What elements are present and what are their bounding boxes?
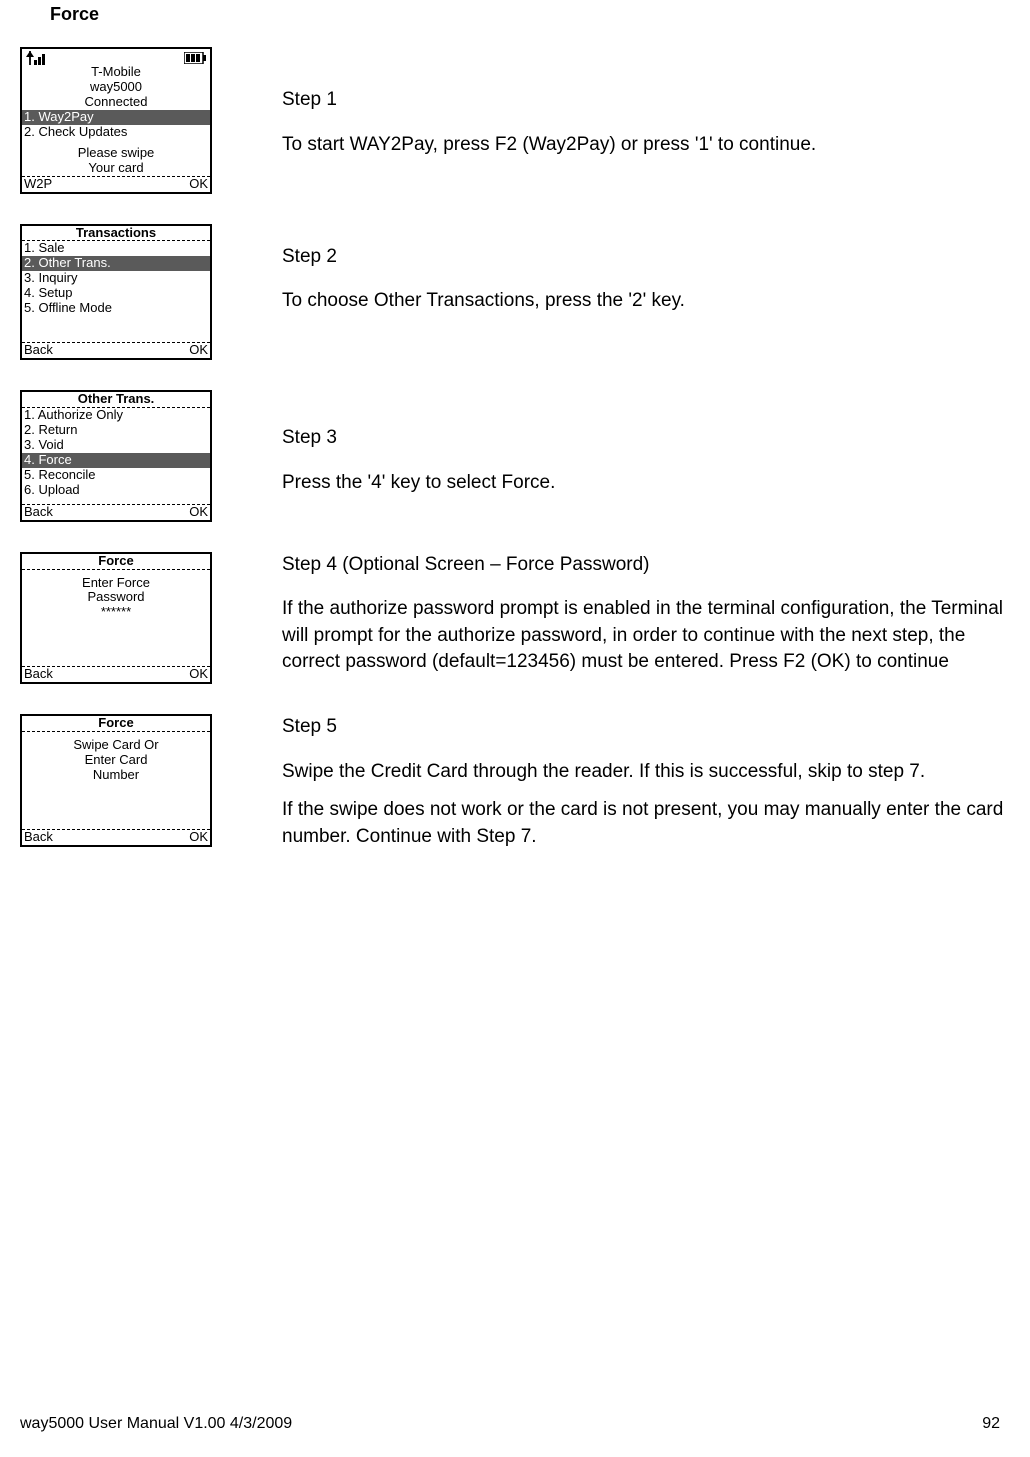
screen-4: Force Enter Force Password ****** Back O…: [20, 552, 212, 685]
menu-offline[interactable]: 5. Offline Mode: [22, 301, 210, 316]
menu-return[interactable]: 2. Return: [22, 423, 210, 438]
screen-5: Force Swipe Card Or Enter Card Number Ba…: [20, 714, 212, 847]
step-2-row: Transactions 1. Sale 2. Other Trans. 3. …: [20, 224, 1030, 361]
page-title: Force: [0, 0, 1030, 37]
force-pw-mask: ******: [22, 605, 210, 620]
step-3-body: Press the '4' key to select Force.: [282, 470, 555, 497]
step-1-text: Step 1 To start WAY2Pay, press F2 (Way2P…: [282, 47, 816, 158]
menu-auth-only[interactable]: 1. Authorize Only: [22, 408, 210, 423]
menu-other-trans[interactable]: 2. Other Trans.: [22, 256, 210, 271]
force-pw-line2: Password: [22, 590, 210, 605]
screen-3: Other Trans. 1. Authorize Only 2. Return…: [20, 390, 212, 522]
softkey-right[interactable]: OK: [189, 177, 208, 192]
menu-item-check-updates[interactable]: 2. Check Updates: [22, 125, 210, 140]
swipe-line3: Number: [22, 768, 210, 783]
menu-item-way2pay[interactable]: 1. Way2Pay: [22, 110, 210, 125]
menu-void[interactable]: 3. Void: [22, 438, 210, 453]
menu-reconcile[interactable]: 5. Reconcile: [22, 468, 210, 483]
screen-2-header: Transactions: [22, 226, 210, 242]
swipe-line2: Your card: [22, 161, 210, 176]
step-3-text: Step 3 Press the '4' key to select Force…: [282, 390, 555, 496]
page-footer: way5000 User Manual V1.00 4/3/2009 92: [20, 1415, 1000, 1433]
step-5-row: Force Swipe Card Or Enter Card Number Ba…: [20, 714, 1030, 850]
step-3-row: Other Trans. 1. Authorize Only 2. Return…: [20, 390, 1030, 522]
battery-icon: [184, 52, 206, 64]
swipe-line1: Please swipe: [22, 146, 210, 161]
screen-4-header: Force: [22, 554, 210, 570]
footer-left: way5000 User Manual V1.00 4/3/2009: [20, 1415, 292, 1433]
softkey-left[interactable]: Back: [24, 667, 53, 682]
step-4-text: Step 4 (Optional Screen – Force Password…: [282, 552, 1012, 676]
screen-2: Transactions 1. Sale 2. Other Trans. 3. …: [20, 224, 212, 361]
softkey-right[interactable]: OK: [189, 830, 208, 845]
menu-inquiry[interactable]: 3. Inquiry: [22, 271, 210, 286]
step-3-label: Step 3: [282, 425, 555, 452]
menu-upload[interactable]: 6. Upload: [22, 483, 210, 498]
carrier-label: T-Mobile: [22, 65, 210, 80]
swipe-line2: Enter Card: [22, 753, 210, 768]
screen-3-header: Other Trans.: [22, 392, 210, 408]
status-bar: [22, 49, 210, 65]
signal-icon: [26, 51, 48, 65]
softkey-left[interactable]: W2P: [24, 177, 52, 192]
step-5-body2: If the swipe does not work or the card i…: [282, 797, 1012, 850]
screen-5-header: Force: [22, 716, 210, 732]
step-2-label: Step 2: [282, 244, 685, 271]
force-pw-line1: Enter Force: [22, 576, 210, 591]
step-4-body: If the authorize password prompt is enab…: [282, 596, 1012, 676]
screen-1: T-Mobile way5000 Connected 1. Way2Pay 2.…: [20, 47, 212, 194]
softkey-right[interactable]: OK: [189, 667, 208, 682]
step-5-body: Swipe the Credit Card through the reader…: [282, 759, 1012, 786]
step-4-label: Step 4 (Optional Screen – Force Password…: [282, 552, 1012, 579]
step-1-row: T-Mobile way5000 Connected 1. Way2Pay 2.…: [20, 47, 1030, 194]
page: Force: [0, 0, 1030, 1457]
step-2-body: To choose Other Transactions, press the …: [282, 288, 685, 315]
softkey-right[interactable]: OK: [189, 343, 208, 358]
status-label: Connected: [22, 95, 210, 110]
softkey-left[interactable]: Back: [24, 830, 53, 845]
menu-sale[interactable]: 1. Sale: [22, 241, 210, 256]
step-1-body: To start WAY2Pay, press F2 (Way2Pay) or …: [282, 132, 816, 159]
step-5-label: Step 5: [282, 714, 1012, 741]
softkey-left[interactable]: Back: [24, 343, 53, 358]
footer-page-number: 92: [982, 1415, 1000, 1433]
step-4-row: Force Enter Force Password ****** Back O…: [20, 552, 1030, 685]
device-label: way5000: [22, 80, 210, 95]
softkey-right[interactable]: OK: [189, 505, 208, 520]
step-5-text: Step 5 Swipe the Credit Card through the…: [282, 714, 1012, 850]
menu-force[interactable]: 4. Force: [22, 453, 210, 468]
menu-setup[interactable]: 4. Setup: [22, 286, 210, 301]
step-1-label: Step 1: [282, 87, 816, 114]
softkey-left[interactable]: Back: [24, 505, 53, 520]
swipe-line1: Swipe Card Or: [22, 738, 210, 753]
step-2-text: Step 2 To choose Other Transactions, pre…: [282, 224, 685, 315]
